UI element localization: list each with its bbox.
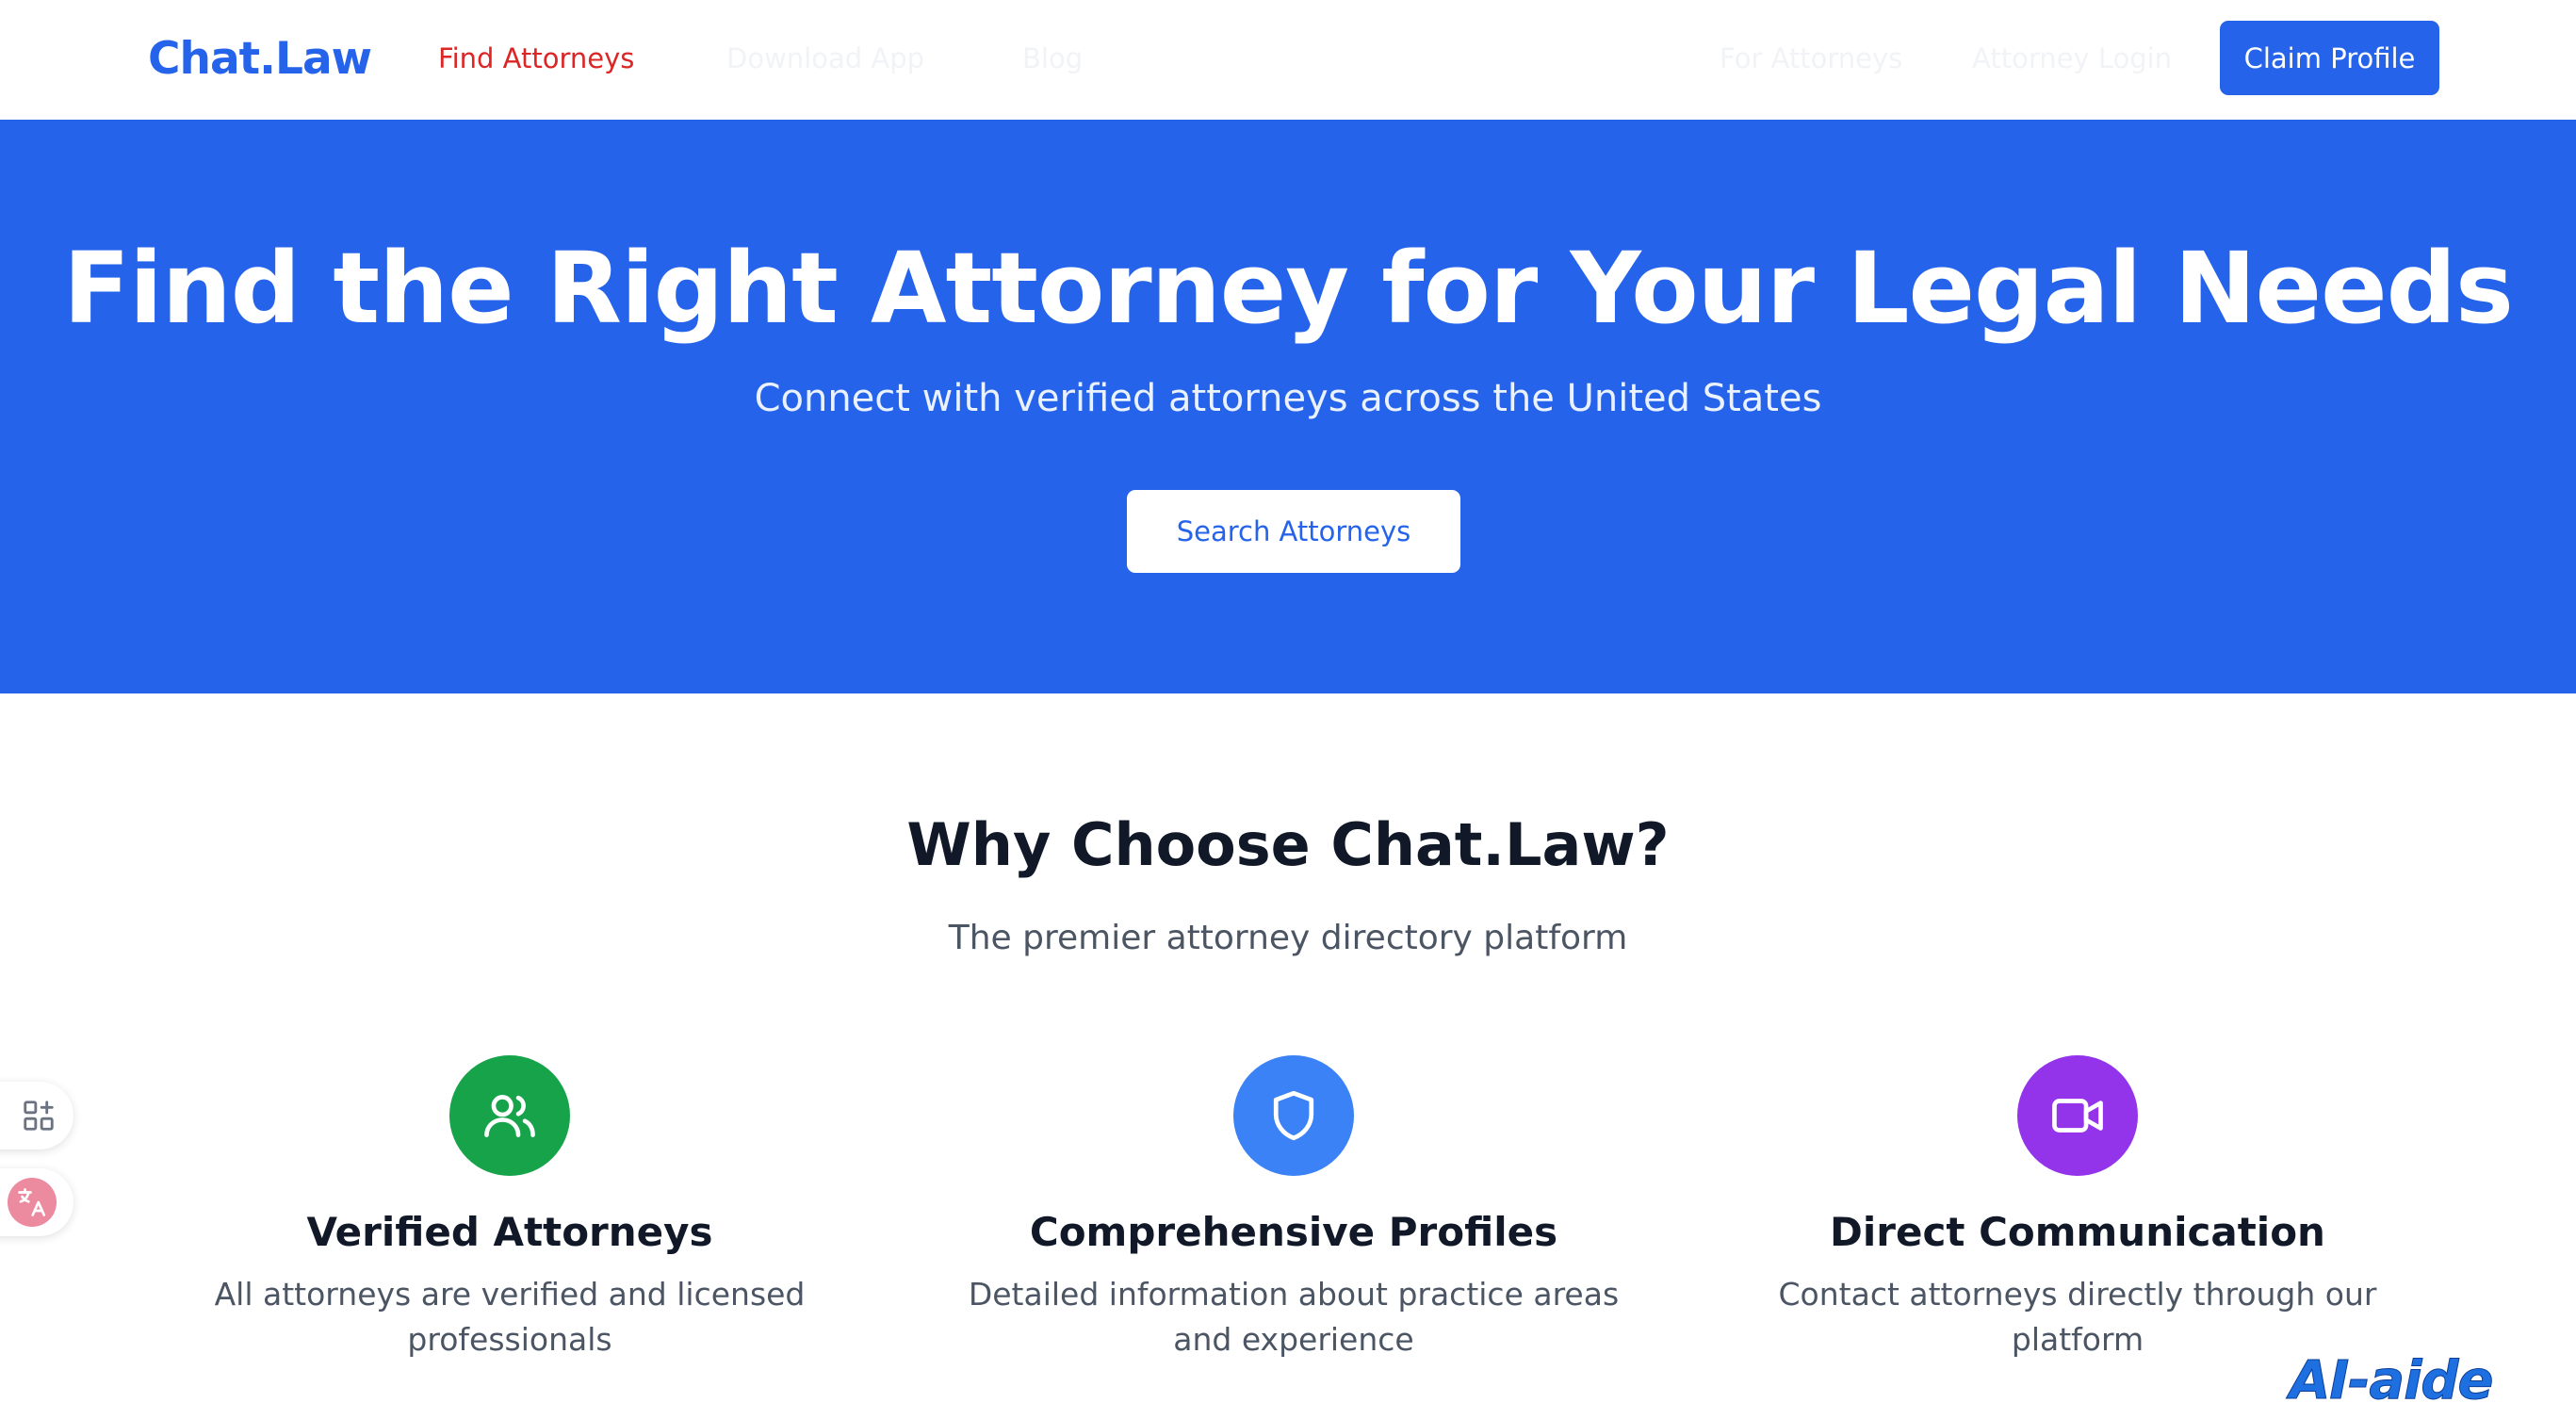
- top-navbar: Chat.Law Find Attorneys Download App Blo…: [0, 0, 2576, 121]
- translate-icon: [8, 1178, 57, 1227]
- hero-section: Find the Right Attorney for Your Legal N…: [0, 120, 2576, 693]
- why-section-title: Why Choose Chat.Law?: [906, 810, 1670, 879]
- why-section-subtitle: The premier attorney directory platform: [948, 919, 1628, 957]
- hero-subtitle: Connect with verified attorneys across t…: [754, 377, 1822, 420]
- site-logo[interactable]: Chat.Law: [148, 28, 372, 90]
- search-attorneys-button[interactable]: Search Attorneys: [1127, 490, 1460, 573]
- hero-title: Find the Right Attorney for Your Legal N…: [63, 231, 2514, 346]
- side-apps-button[interactable]: [0, 1082, 73, 1150]
- feature-title-verified: Verified Attorneys: [306, 1209, 713, 1255]
- video-icon: [2052, 1099, 2103, 1133]
- nav-link-blog[interactable]: Blog: [1022, 40, 1083, 77]
- shield-icon: [1273, 1090, 1314, 1141]
- nav-link-find-attorneys[interactable]: Find Attorneys: [438, 40, 634, 77]
- users-icon: [484, 1095, 535, 1137]
- comprehensive-profiles-badge: [1233, 1055, 1354, 1176]
- nav-link-for-attorneys[interactable]: For Attorneys: [1720, 40, 1902, 77]
- feature-desc-communication: Contact attorneys directly through our p…: [1778, 1276, 2377, 1358]
- feature-desc-profiles: Detailed information about practice area…: [968, 1276, 1620, 1358]
- verified-attorneys-badge: [449, 1055, 570, 1176]
- nav-link-download-app[interactable]: Download App: [726, 40, 924, 77]
- feature-desc-verified: All attorneys are verified and licensed …: [214, 1276, 806, 1358]
- feature-title-profiles: Comprehensive Profiles: [1029, 1209, 1558, 1255]
- direct-communication-badge: [2017, 1055, 2138, 1176]
- claim-profile-button[interactable]: Claim Profile: [2220, 21, 2439, 95]
- nav-link-attorney-login[interactable]: Attorney Login: [1972, 40, 2172, 77]
- apps-add-icon: [24, 1101, 54, 1131]
- ai-aide-watermark-logo: AI-aide: [2289, 1350, 2493, 1411]
- feature-title-communication: Direct Communication: [1830, 1209, 2325, 1255]
- side-translate-button[interactable]: [0, 1168, 73, 1236]
